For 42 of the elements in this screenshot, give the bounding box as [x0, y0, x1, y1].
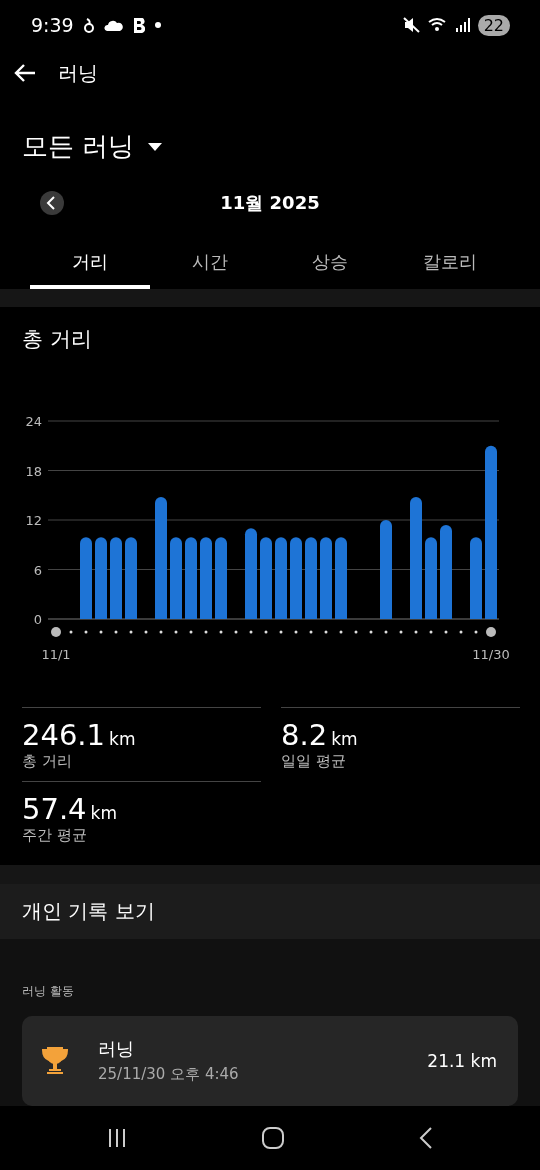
mute-icon — [402, 17, 420, 33]
previous-month-icon[interactable] — [40, 190, 64, 215]
battery-level: 22 — [477, 14, 510, 36]
tab[interactable]: 시간 — [150, 238, 270, 290]
axis-label: 0 — [33, 612, 42, 628]
axis-label: 24 — [25, 414, 42, 430]
home-icon[interactable] — [262, 1127, 284, 1149]
bold-b-icon — [132, 17, 145, 33]
stat-value: 246.1 km — [22, 718, 137, 753]
stat-label: 총 거리 — [22, 752, 73, 772]
activity-distance: 21.1 km — [427, 1051, 497, 1071]
stat-label: 주간 평균 — [22, 826, 88, 846]
section-title: 총 거리 — [21, 326, 93, 354]
signal-icon — [455, 18, 470, 32]
dropdown-caret-icon[interactable] — [148, 142, 163, 151]
stat-label: 일일 평균 — [281, 752, 347, 772]
personal-records-link[interactable]: 개인 기록 보기 — [22, 897, 155, 925]
dot-icon — [154, 22, 161, 28]
tab[interactable]: 상승 — [270, 238, 390, 290]
list-heading: 러닝 활동 — [22, 983, 75, 1000]
axis-label: 12 — [25, 513, 42, 529]
month-label: 11월 2025 — [219, 190, 321, 215]
recent-apps-icon[interactable] — [107, 1128, 128, 1148]
activity-date: 25/11/30 오후 4:46 — [98, 1065, 240, 1085]
axis-label: 18 — [25, 463, 42, 479]
activity-title: 러닝 — [98, 1037, 135, 1062]
activity-card[interactable]: 러닝 25/11/30 오후 4:46 21.1 km — [22, 1016, 518, 1106]
filter-label[interactable]: 모든 러닝 — [22, 129, 135, 165]
clock: 9:39 — [31, 14, 74, 36]
cloud-icon — [103, 19, 123, 31]
axis-label: 11/1 — [41, 647, 71, 663]
back-arrow-icon[interactable] — [14, 63, 36, 84]
stat-value: 57.4 km — [22, 792, 118, 827]
tab[interactable]: 칼로리 — [390, 238, 510, 290]
trophy-icon — [42, 1047, 68, 1075]
screen-title: 러닝 — [58, 59, 98, 87]
axis-label: 6 — [33, 562, 42, 578]
back-icon[interactable] — [418, 1127, 433, 1149]
axis-label: 11/30 — [472, 647, 510, 663]
stat-value: 8.2 km — [281, 718, 359, 753]
wifi-icon — [427, 17, 448, 33]
notification-icon — [83, 17, 94, 33]
